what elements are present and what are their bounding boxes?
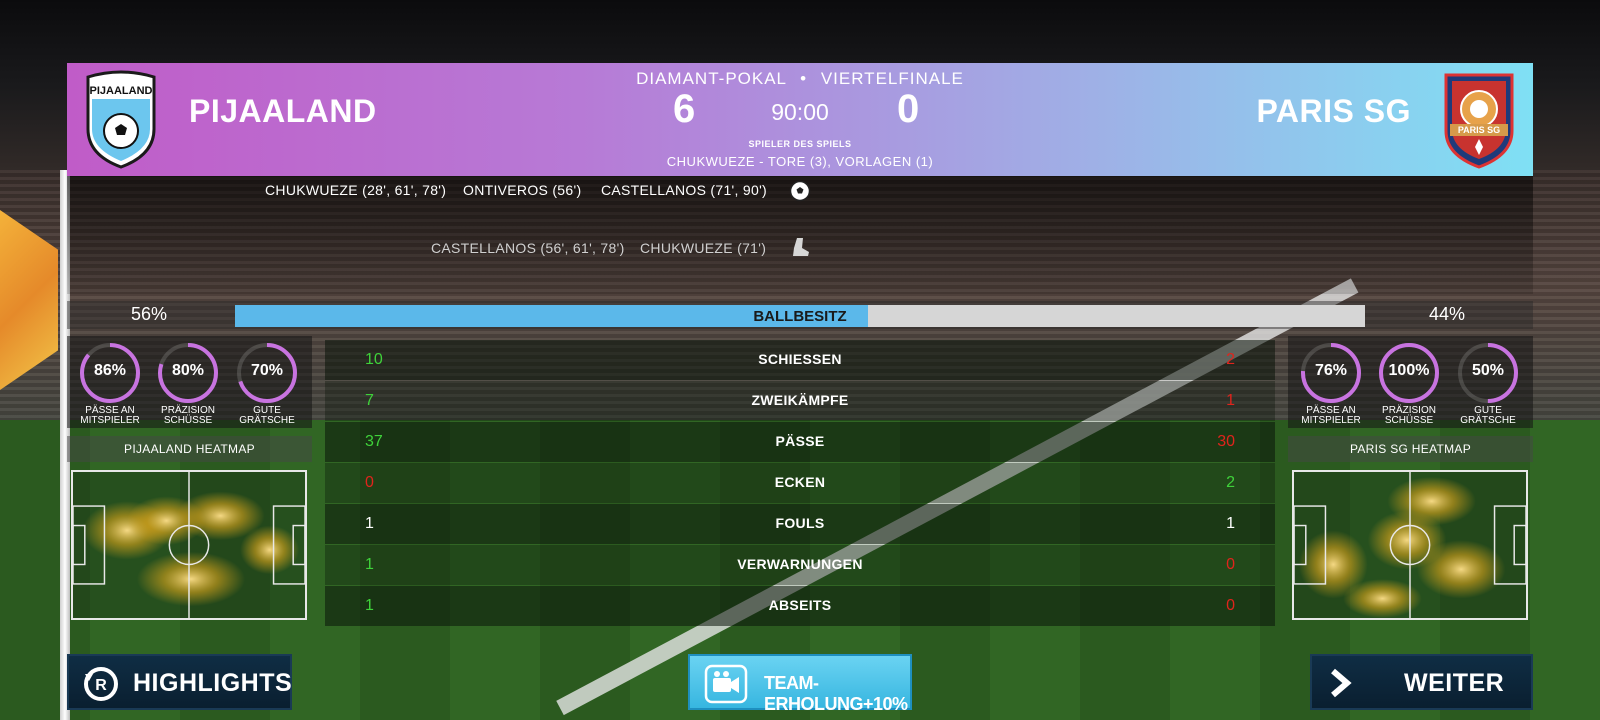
stat-row-duels: 7 ZWEIKÄMPFE 1 <box>325 381 1275 421</box>
ring-caption: PRÄZISION SCHÜSSE <box>161 405 215 426</box>
ring-value: 76% <box>1314 362 1348 379</box>
highlights-label: HIGHLIGHTS <box>133 669 293 697</box>
scorer-entry: CASTELLANOS (71', 90') <box>601 182 768 198</box>
away-team-crest: PARIS SG <box>1444 73 1514 169</box>
scorer-entry: CHUKWUEZE (28', 61', 78') <box>265 182 447 198</box>
assist-entry: CHUKWUEZE (71') <box>640 240 767 256</box>
boot-icon <box>793 238 809 256</box>
stat-name: ECKEN <box>774 474 826 490</box>
home-possession-percent: 56% <box>131 304 168 324</box>
ring-caption: GUTE GRÄTSCHE <box>239 405 295 426</box>
away-stat-value: 1 <box>1226 392 1235 409</box>
highlights-button[interactable]: R HIGHLIGHTS <box>67 654 292 710</box>
man-of-the-match-detail: CHUKWUEZE - TORE (3), VORLAGEN (1) <box>666 154 934 169</box>
away-stat-value: 2 <box>1226 351 1235 368</box>
competition-round: VIERTELFINALE <box>820 69 964 88</box>
ring-value: 70% <box>250 362 284 379</box>
competition-name: DIAMANT-POKAL <box>636 69 787 88</box>
assist-entry: CASTELLANOS (56', 61', 78') <box>431 240 625 256</box>
svg-text:R: R <box>95 677 107 694</box>
away-possession-percent: 44% <box>1429 304 1466 324</box>
stat-name: ABSEITS <box>768 597 832 613</box>
match-events: CHUKWUEZE (28', 61', 78') ONTIVEROS (56'… <box>67 176 1533 294</box>
away-stat-value: 0 <box>1226 556 1235 573</box>
continue-label: WEITER <box>1404 669 1505 697</box>
away-stat-value: 2 <box>1226 474 1235 491</box>
competition-line: DIAMANT-POKAL • VIERTELFINALE <box>67 69 1533 89</box>
stat-name: PÄSSE <box>775 433 825 449</box>
away-stat-value: 30 <box>1217 433 1235 450</box>
continue-button[interactable]: WEITER <box>1310 654 1533 710</box>
away-pass-accuracy-ring: 76% <box>1298 340 1364 406</box>
match-header: PIJAALAND PIJAALAND DIAMANT-POKAL • VIER… <box>67 63 1533 176</box>
chevron-right-icon <box>1331 668 1352 698</box>
home-heatmap <box>71 470 307 620</box>
away-score: 0 <box>897 87 920 131</box>
away-team-name: PARIS SG <box>1256 93 1411 129</box>
ring-caption: PÄSSE AN MITSPIELER <box>1301 405 1361 426</box>
away-shot-accuracy-ring: 100% <box>1376 340 1442 406</box>
scorer-entry: ONTIVEROS (56') <box>463 182 582 198</box>
possession-track: BALLBESITZ <box>235 305 1365 327</box>
ring-value: 86% <box>93 362 127 379</box>
competition-separator: • <box>800 69 808 88</box>
away-heatmap <box>1292 470 1528 620</box>
home-tackle-ring: 70% <box>234 340 300 406</box>
home-stats-panel: 86% PÄSSE AN MITSPIELER 80% PRÄZISION SCHÜ… <box>67 336 312 621</box>
away-stat-value: 0 <box>1226 597 1235 614</box>
ring-value: 50% <box>1471 362 1505 379</box>
stat-name: VERWARNUNGEN <box>737 556 863 572</box>
team-recovery-boost-button[interactable]: TEAM-ERHOLUNG+10% <box>688 654 912 714</box>
away-heatmap-title: PARIS SG HEATMAP <box>1288 436 1533 462</box>
stat-row-corners: 0 ECKEN 2 <box>325 463 1275 503</box>
stat-row-bookings: 1 VERWARNUNGEN 0 <box>325 545 1275 585</box>
home-shot-accuracy-ring: 80% <box>155 340 221 406</box>
home-performance-rings: 86% PÄSSE AN MITSPIELER 80% PRÄZISION SCHÜ… <box>67 336 312 428</box>
stat-name: FOULS <box>775 515 825 531</box>
home-heatmap-title: PIJAALAND HEATMAP <box>67 436 312 462</box>
stat-row-offsides: 1 ABSEITS 0 <box>325 586 1275 626</box>
man-of-the-match-label: SPIELER DES SPIELS <box>748 139 852 149</box>
replay-icon: R <box>84 667 118 701</box>
home-pass-accuracy-ring: 86% <box>77 340 143 406</box>
ring-caption: GUTE GRÄTSCHE <box>1460 405 1516 426</box>
ring-value: 80% <box>171 362 205 379</box>
soccer-ball-icon <box>789 180 811 202</box>
match-stats-table: 10 SCHIESSEN 2 7 ZWEIKÄMPFE 1 37 PÄSSE 3… <box>325 340 1275 626</box>
team-recovery-label: TEAM-ERHOLUNG+10% <box>764 673 908 714</box>
ring-value: 100% <box>1388 362 1430 379</box>
stat-name: SCHIESSEN <box>758 351 842 367</box>
video-camera-icon <box>704 664 748 704</box>
away-performance-rings: 76% PÄSSE AN MITSPIELER 100% PRÄZISION SCH… <box>1288 336 1533 428</box>
away-stats-panel: 76% PÄSSE AN MITSPIELER 100% PRÄZISION SCH… <box>1288 336 1533 621</box>
ring-caption: PÄSSE AN MITSPIELER <box>80 405 140 426</box>
possession-label: BALLBESITZ <box>753 308 847 325</box>
stat-row-fouls: 1 FOULS 1 <box>325 504 1275 544</box>
stat-name: ZWEIKÄMPFE <box>751 392 849 408</box>
stat-row-passes: 37 PÄSSE 30 <box>325 422 1275 462</box>
away-crest-text: PARIS SG <box>1458 125 1500 135</box>
away-tackle-ring: 50% <box>1455 340 1521 406</box>
ring-caption: PRÄZISION SCHÜSSE <box>1382 405 1436 426</box>
stat-row-shots: 10 SCHIESSEN 2 <box>325 340 1275 380</box>
possession-bar: 56% BALLBESITZ 44% <box>67 301 1533 329</box>
away-stat-value: 1 <box>1226 515 1235 532</box>
